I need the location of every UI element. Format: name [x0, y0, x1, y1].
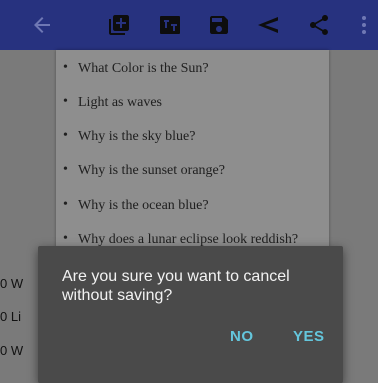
bullet-icon: •: [63, 162, 68, 177]
bullet-icon: •: [63, 197, 68, 212]
list-item[interactable]: • Why is the sunset orange?: [63, 162, 225, 179]
list-item[interactable]: • What Color is the Sun?: [63, 60, 209, 77]
bullet-icon: •: [63, 128, 68, 143]
send-icon[interactable]: [256, 13, 280, 37]
translate-icon[interactable]: [158, 13, 182, 37]
bullet-icon: •: [63, 94, 68, 109]
list-item[interactable]: • Why is the sky blue?: [63, 128, 195, 145]
more-vert-icon[interactable]: [352, 13, 376, 37]
no-button[interactable]: NO: [230, 328, 254, 345]
dialog-message: Are you sure you want to cancel without …: [62, 268, 290, 304]
side-list-item[interactable]: 0 W: [0, 343, 23, 358]
share-icon[interactable]: [307, 13, 331, 37]
side-list-item[interactable]: 0 W: [0, 276, 23, 291]
save-icon[interactable]: [207, 13, 231, 37]
add-box-icon[interactable]: [107, 13, 131, 37]
cancel-confirm-dialog: Are you sure you want to cancel without …: [38, 246, 343, 383]
bullet-icon: •: [63, 231, 68, 246]
back-arrow-icon[interactable]: [30, 13, 54, 37]
list-item[interactable]: • Light as waves: [63, 94, 162, 111]
yes-button[interactable]: YES: [293, 328, 325, 345]
side-list-item[interactable]: 0 Li: [0, 309, 21, 324]
bullet-icon: •: [63, 60, 68, 75]
list-item[interactable]: • Why is the ocean blue?: [63, 197, 209, 214]
app-bar: [0, 0, 378, 50]
